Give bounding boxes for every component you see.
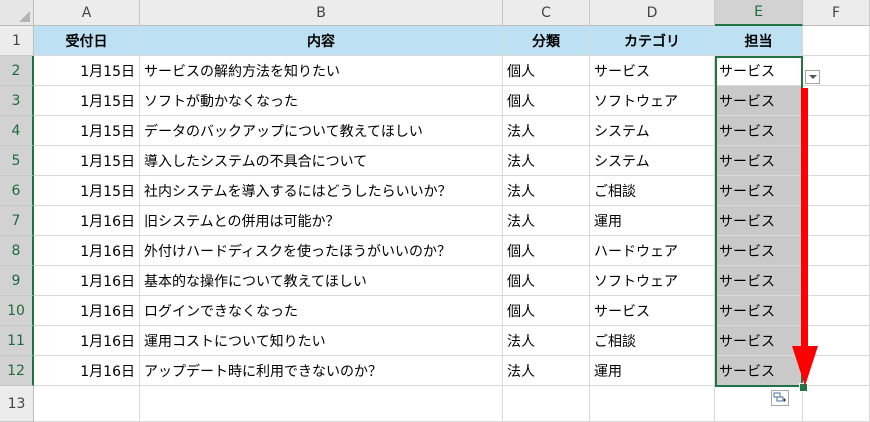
cell-class[interactable]: 個人 [503,266,590,296]
header-cell-date[interactable]: 受付日 [34,26,140,56]
row-header-6[interactable]: 6 [0,176,34,206]
empty-cell[interactable] [803,386,870,422]
cell-content[interactable]: ログインできなくなった [140,296,503,326]
cell-date[interactable]: 1月15日 [34,116,140,146]
cell-date[interactable]: 1月15日 [34,86,140,116]
row-header-13[interactable]: 13 [0,386,34,422]
cell-class[interactable]: 個人 [503,86,590,116]
column-header-a[interactable]: A [34,0,140,26]
cell-category[interactable]: ソフトウェア [590,86,715,116]
empty-cell[interactable] [715,386,803,422]
autofill-options-icon[interactable] [771,390,789,406]
cell-class[interactable]: 法人 [503,206,590,236]
header-cell-owner[interactable]: 担当 [715,26,803,56]
cell-date[interactable]: 1月16日 [34,296,140,326]
column-header-c[interactable]: C [503,0,590,26]
row-header-3[interactable]: 3 [0,86,34,116]
column-header-b[interactable]: B [140,0,503,26]
header-cell-class[interactable]: 分類 [503,26,590,56]
spreadsheet: ABCDEF 1 2 3 4 5 6 7 8 9 10 11 12 13 受付日 内容 分類 カテゴリ 担当 1月… [0,0,870,422]
row-header-7[interactable]: 7 [0,206,34,236]
cell-class[interactable]: 個人 [503,296,590,326]
dropdown-arrow-icon[interactable] [805,70,820,84]
row-header-5[interactable]: 5 [0,146,34,176]
header-cell-category[interactable]: カテゴリ [590,26,715,56]
cell-category[interactable]: サービス [590,296,715,326]
cell-category[interactable]: ご相談 [590,176,715,206]
cell-date[interactable]: 1月15日 [34,56,140,86]
select-all-corner[interactable] [0,0,34,26]
empty-cell[interactable] [590,386,715,422]
cell-content[interactable]: ソフトが動かなくなった [140,86,503,116]
cell-class[interactable]: 法人 [503,356,590,386]
cell-category[interactable]: 運用 [590,206,715,236]
cell-content[interactable]: 旧システムとの併用は可能か？ [140,206,503,236]
select-all-icon [19,11,30,22]
cell-content[interactable]: 基本的な操作について教えてほしい [140,266,503,296]
cell-class[interactable]: 法人 [503,146,590,176]
row-header-11[interactable]: 11 [0,326,34,356]
cell-content[interactable]: サービスの解約方法を知りたい [140,56,503,86]
cell-category[interactable]: サービス [590,56,715,86]
cell-date[interactable]: 1月16日 [34,326,140,356]
empty-cell[interactable] [140,386,503,422]
cell-category[interactable]: システム [590,116,715,146]
row-header-2[interactable]: 2 [0,56,34,86]
cell-content[interactable]: 外付けハードディスクを使ったほうがいいのか？ [140,236,503,266]
cell-content[interactable]: 導入したシステムの不具合について [140,146,503,176]
column-header-e[interactable]: E [715,0,803,26]
cell-date[interactable]: 1月15日 [34,146,140,176]
cell-content[interactable]: アップデート時に利用できないのか？ [140,356,503,386]
cell-category[interactable]: ハードウェア [590,236,715,266]
red-down-arrow-icon [792,88,818,386]
cell-class[interactable]: 法人 [503,326,590,356]
cell-category[interactable]: 運用 [590,356,715,386]
row-header-10[interactable]: 10 [0,296,34,326]
cell-class[interactable]: 法人 [503,176,590,206]
cell-category[interactable]: システム [590,146,715,176]
cell-date[interactable]: 1月16日 [34,266,140,296]
cell-date[interactable]: 1月15日 [34,176,140,206]
column-header-f[interactable]: F [803,0,870,26]
column-header-d[interactable]: D [590,0,715,26]
cell-content[interactable]: 社内システムを導入するにはどうしたらいいか？ [140,176,503,206]
empty-cell[interactable] [503,386,590,422]
header-cell-content[interactable]: 内容 [140,26,503,56]
cell-date[interactable]: 1月16日 [34,356,140,386]
row-header-8[interactable]: 8 [0,236,34,266]
row-header-4[interactable]: 4 [0,116,34,146]
cell-category[interactable]: ソフトウェア [590,266,715,296]
row-header-1[interactable]: 1 [0,26,34,56]
empty-cell[interactable] [34,386,140,422]
cell-date[interactable]: 1月16日 [34,236,140,266]
cell-content[interactable]: データのバックアップについて教えてほしい [140,116,503,146]
cell-class[interactable]: 法人 [503,116,590,146]
row-header-12[interactable]: 12 [0,356,34,386]
cell-date[interactable]: 1月16日 [34,206,140,236]
row-header-9[interactable]: 9 [0,266,34,296]
cell-class[interactable]: 個人 [503,236,590,266]
empty-cell[interactable] [803,26,870,56]
cell-category[interactable]: ご相談 [590,326,715,356]
cell-class[interactable]: 個人 [503,56,590,86]
cell-content[interactable]: 運用コストについて知りたい [140,326,503,356]
cell-owner[interactable]: サービス [715,56,803,86]
